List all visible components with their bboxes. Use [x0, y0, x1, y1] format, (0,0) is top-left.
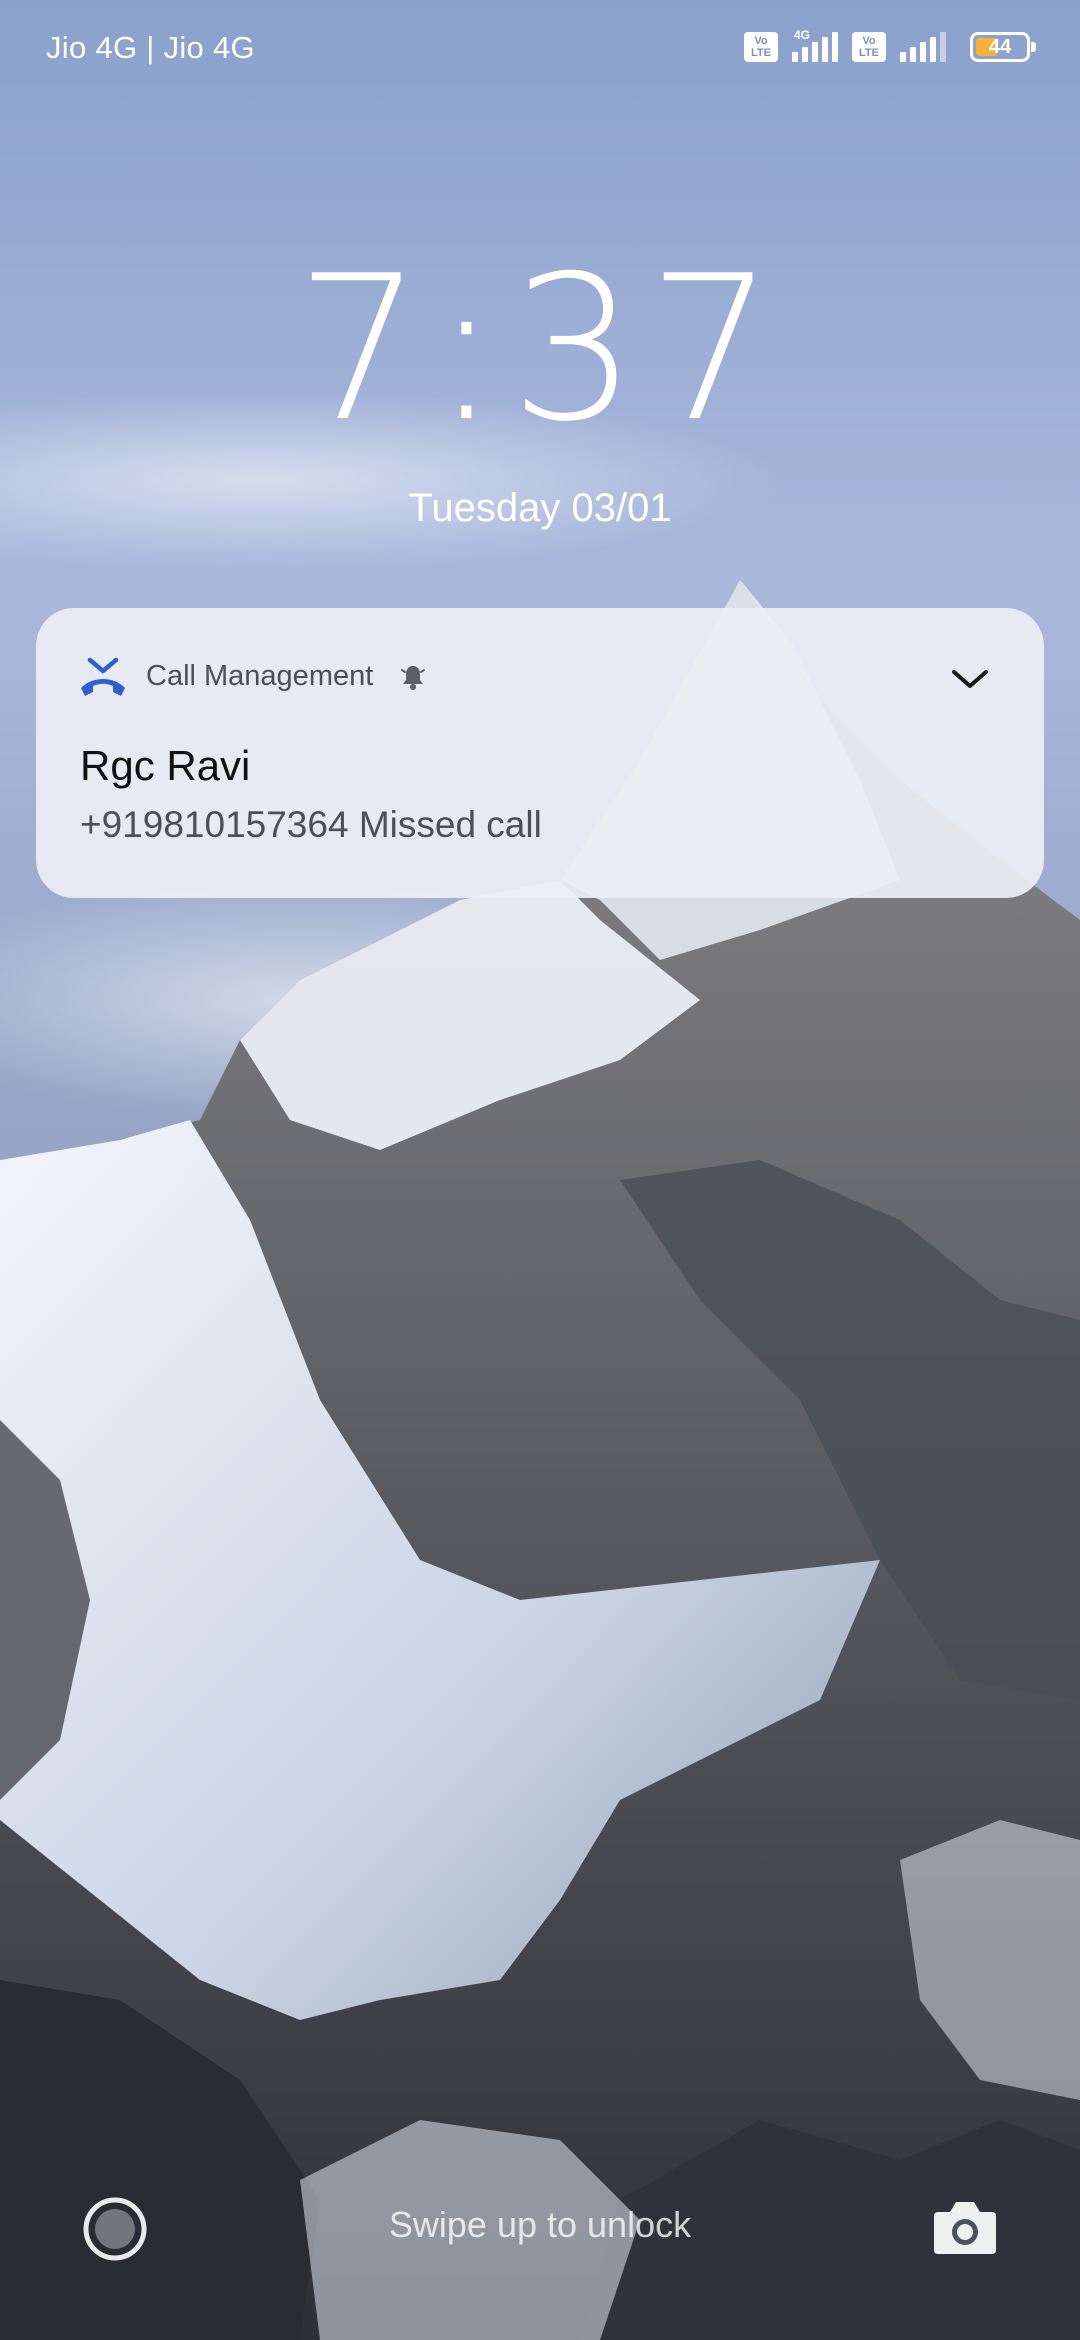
notification-app-name: Call Management [146, 660, 374, 692]
clock-time: 7:37 [295, 233, 785, 466]
camera-icon[interactable] [932, 2196, 998, 2256]
status-icons: Vo LTE 4G Vo LTE 44 [744, 28, 1036, 62]
swipe-up-hint[interactable]: Swipe up to unlock [0, 2204, 1080, 2246]
missed-call-icon [81, 657, 125, 696]
signal-strength-sim1-icon: 4G [792, 28, 838, 62]
signal-strength-sim2-icon [900, 32, 946, 62]
battery-percentage: 44 [988, 35, 1012, 58]
lockscreen-date: Tuesday 03/01 [408, 486, 672, 530]
lockscreen-clock: 7:37 [0, 250, 1080, 450]
status-bar: Jio 4G | Jio 4G Vo LTE 4G Vo LTE 44 [0, 0, 1080, 100]
chevron-down-icon[interactable] [948, 664, 992, 694]
volte-badge-sim2: Vo LTE [852, 32, 886, 62]
missed-call-notification[interactable]: Call Management Rgc Ravi +919810157364 M… [36, 608, 1044, 898]
bell-icon [401, 666, 425, 690]
volte-badge-sim1: Vo LTE [744, 32, 778, 62]
notification-body: +919810157364 Missed call [80, 804, 542, 845]
lock-screen: Jio 4G | Jio 4G Vo LTE 4G Vo LTE 44 7:37… [0, 0, 1080, 2340]
network-type-label: 4G [794, 28, 811, 42]
carrier-label: Jio 4G | Jio 4G [46, 30, 255, 65]
notification-title: Rgc Ravi [80, 742, 251, 789]
battery-icon: 44 [970, 32, 1036, 62]
